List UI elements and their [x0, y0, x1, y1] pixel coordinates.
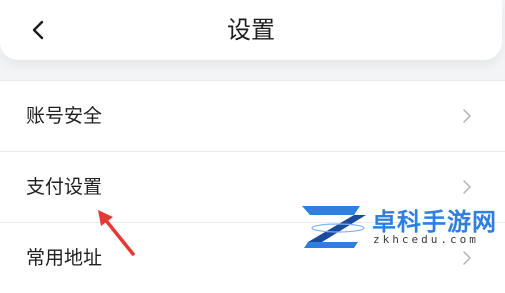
settings-item-label: 账号安全: [26, 105, 103, 127]
chevron-right-icon: [463, 180, 471, 194]
watermark-site-name: 卓科手游网: [372, 208, 497, 236]
settings-item-label: 常用地址: [26, 247, 103, 269]
watermark-logo-icon: [302, 206, 366, 248]
top-bar: 设置: [0, 0, 502, 60]
settings-item-account-security[interactable]: 账号安全: [0, 80, 505, 151]
chevron-right-icon: [463, 251, 471, 265]
site-watermark: 卓科手游网 zkhcedu.com: [298, 200, 498, 252]
watermark-site-url: zkhcedu.com: [373, 233, 479, 246]
settings-item-label: 支付设置: [26, 176, 103, 198]
settings-list: 账号安全 支付设置 常用地址: [0, 80, 505, 293]
red-arrow-icon: [98, 210, 135, 256]
page-title: 设置: [227, 16, 275, 44]
chevron-right-icon: [463, 109, 471, 123]
